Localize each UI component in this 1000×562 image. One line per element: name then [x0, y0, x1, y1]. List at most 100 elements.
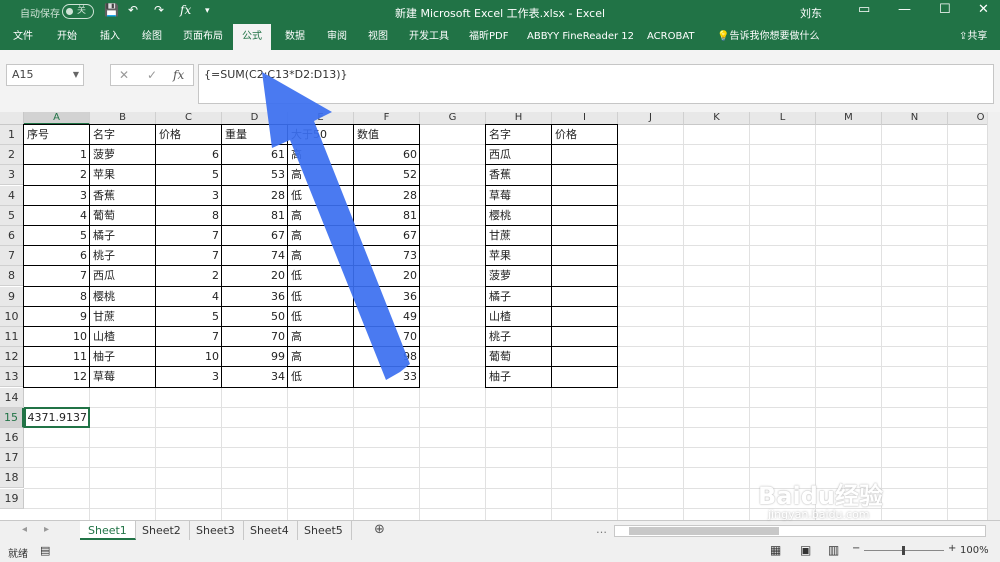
table1-header-cell[interactable]: 大于50: [288, 125, 354, 145]
table1-cell[interactable]: 52: [354, 165, 420, 185]
table1-cell[interactable]: 高: [288, 145, 354, 165]
table2-cell[interactable]: 西瓜: [486, 145, 552, 165]
table2-cell[interactable]: 香蕉: [486, 165, 552, 185]
table1-cell[interactable]: 67: [222, 226, 288, 246]
table1-cell[interactable]: 73: [354, 246, 420, 266]
tab-draw[interactable]: 绘图: [133, 24, 171, 50]
row-header-17[interactable]: 17: [0, 448, 24, 469]
table1-cell[interactable]: 柚子: [90, 347, 156, 367]
tab-view[interactable]: 视图: [359, 24, 397, 50]
page-layout-view-icon[interactable]: ▣: [800, 543, 811, 557]
table1-cell[interactable]: 9: [24, 307, 90, 327]
tab-data[interactable]: 数据: [276, 24, 314, 50]
column-header-m[interactable]: M: [816, 112, 882, 125]
table1-cell[interactable]: 36: [354, 287, 420, 307]
sheet-tab-3[interactable]: Sheet3: [188, 521, 244, 540]
table2-header-cell[interactable]: 价格: [552, 125, 618, 145]
close-icon[interactable]: ✕: [978, 2, 989, 17]
table1-cell[interactable]: 3: [24, 186, 90, 206]
share-button[interactable]: ⇪共享: [950, 24, 996, 50]
table2-cell[interactable]: 甘蔗: [486, 226, 552, 246]
tab-page-layout[interactable]: 页面布局: [174, 24, 232, 50]
row-header-13[interactable]: 13: [0, 367, 24, 388]
table1-cell[interactable]: 高: [288, 347, 354, 367]
column-header-j[interactable]: J: [618, 112, 684, 125]
column-header-g[interactable]: G: [420, 112, 486, 125]
table1-cell[interactable]: 11: [24, 347, 90, 367]
tab-insert[interactable]: 插入: [91, 24, 129, 50]
tab-acrobat[interactable]: ACROBAT: [638, 24, 704, 50]
zoom-slider-thumb[interactable]: [902, 546, 905, 555]
table1-cell[interactable]: 81: [222, 206, 288, 226]
sheet-tab-4[interactable]: Sheet4: [242, 521, 298, 540]
sheet-next-icon[interactable]: ▸: [44, 524, 49, 535]
ribbon-display-icon[interactable]: ▭: [858, 2, 870, 17]
zoom-slider[interactable]: [864, 546, 944, 555]
sheet-prev-icon[interactable]: ◂: [22, 524, 27, 535]
table1-cell[interactable]: 西瓜: [90, 266, 156, 286]
horizontal-scroll-thumb[interactable]: [629, 527, 779, 535]
tell-me-box[interactable]: 💡告诉我你想要做什么: [708, 24, 828, 50]
table1-cell[interactable]: 4: [156, 287, 222, 307]
table1-cell[interactable]: 60: [354, 145, 420, 165]
table1-cell[interactable]: 99: [222, 347, 288, 367]
row-header-12[interactable]: 12: [0, 347, 24, 368]
table1-cell[interactable]: 20: [354, 266, 420, 286]
column-header-l[interactable]: L: [750, 112, 816, 125]
table1-cell[interactable]: 53: [222, 165, 288, 185]
row-header-18[interactable]: 18: [0, 468, 24, 489]
maximize-icon[interactable]: ☐: [939, 2, 951, 17]
table1-cell[interactable]: 28: [354, 186, 420, 206]
insert-function-icon[interactable]: fx: [173, 68, 184, 82]
zoom-level[interactable]: 100%: [960, 545, 989, 556]
table1-cell[interactable]: 61: [222, 145, 288, 165]
table1-cell[interactable]: 高: [288, 165, 354, 185]
table1-header-cell[interactable]: 重量: [222, 125, 288, 145]
table2-cell[interactable]: 草莓: [486, 186, 552, 206]
worksheet-grid[interactable]: A B C D E F G H I J K L M N O 1 2 3 4 5 6 7 8 9 10 11 12 13 14 15 16 17…: [0, 112, 996, 520]
table1-cell[interactable]: 4: [24, 206, 90, 226]
row-header-10[interactable]: 10: [0, 306, 24, 327]
table1-cell[interactable]: 2: [24, 165, 90, 185]
macro-record-icon[interactable]: ▤: [40, 544, 50, 557]
row-header-19[interactable]: 19: [0, 488, 24, 509]
table1-header-cell[interactable]: 名字: [90, 125, 156, 145]
table1-cell[interactable]: 菠萝: [90, 145, 156, 165]
table1-cell[interactable]: 67: [354, 226, 420, 246]
table1-cell[interactable]: 山楂: [90, 327, 156, 347]
row-header-1[interactable]: 1: [0, 125, 24, 145]
row-header-6[interactable]: 6: [0, 226, 24, 246]
tab-foxit-pdf[interactable]: 福昕PDF: [460, 24, 517, 50]
table1-cell[interactable]: 7: [156, 226, 222, 246]
table1-cell[interactable]: 苹果: [90, 165, 156, 185]
tab-home[interactable]: 开始: [48, 24, 86, 50]
table1-header-cell[interactable]: 数值: [354, 125, 420, 145]
table1-cell[interactable]: 7: [156, 246, 222, 266]
row-header-5[interactable]: 5: [0, 205, 24, 226]
table1-cell[interactable]: 10: [156, 347, 222, 367]
table1-cell[interactable]: 6: [24, 246, 90, 266]
add-sheet-icon[interactable]: ⊕: [374, 522, 385, 537]
table1-cell[interactable]: 50: [222, 307, 288, 327]
formula-input[interactable]: {=SUM(C2:C13*D2:D13)}: [198, 64, 994, 104]
table1-header-cell[interactable]: 价格: [156, 125, 222, 145]
table2-cell[interactable]: 葡萄: [486, 347, 552, 367]
table1-cell[interactable]: 28: [222, 186, 288, 206]
horizontal-scrollbar[interactable]: [614, 525, 986, 537]
table1-cell[interactable]: 橘子: [90, 226, 156, 246]
row-header-14[interactable]: 14: [0, 387, 24, 408]
table2-cell[interactable]: 樱桃: [486, 206, 552, 226]
table1-cell[interactable]: 桃子: [90, 246, 156, 266]
table1-cell[interactable]: 高: [288, 206, 354, 226]
table1-cell[interactable]: 7: [156, 327, 222, 347]
tab-developer[interactable]: 开发工具: [400, 24, 458, 50]
page-break-view-icon[interactable]: ▥: [828, 543, 839, 557]
table1-cell[interactable]: 8: [24, 287, 90, 307]
table1-cell[interactable]: 36: [222, 287, 288, 307]
tab-file[interactable]: 文件: [4, 24, 42, 50]
normal-view-icon[interactable]: ▦: [770, 543, 781, 557]
table1-cell[interactable]: 34: [222, 367, 288, 387]
table1-cell[interactable]: 5: [24, 226, 90, 246]
table1-cell[interactable]: 低: [288, 367, 354, 387]
row-header-7[interactable]: 7: [0, 246, 24, 267]
